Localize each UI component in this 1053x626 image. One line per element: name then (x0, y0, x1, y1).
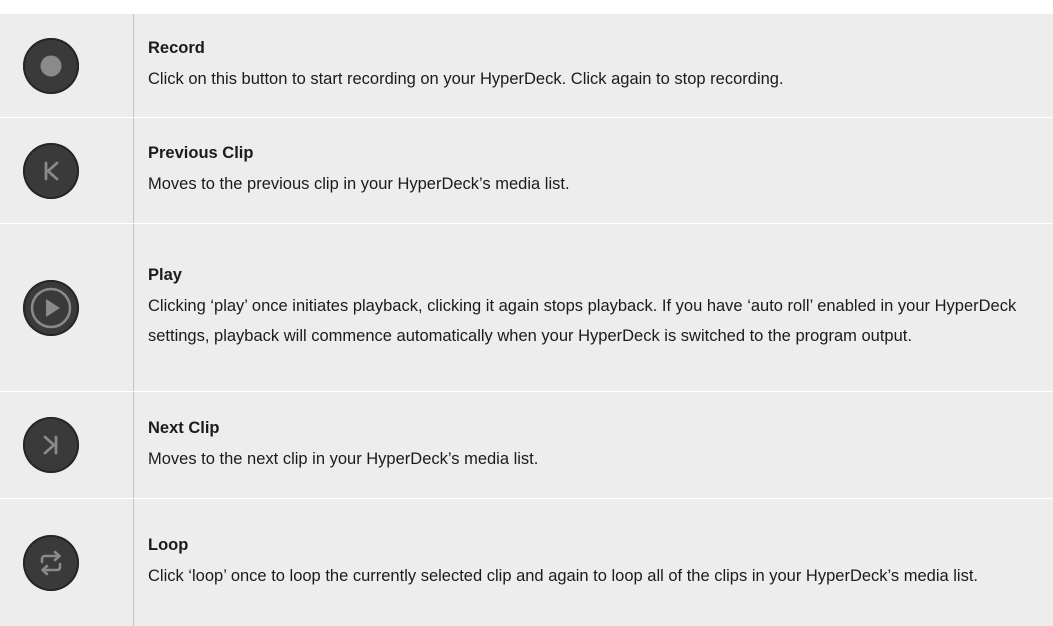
text-cell: Next Clip Moves to the next clip in your… (134, 392, 1053, 498)
icon-cell (0, 392, 134, 498)
row-description: Moves to the next clip in your HyperDeck… (148, 449, 539, 468)
icon-cell (0, 14, 134, 117)
loop-icon (22, 534, 79, 591)
play-icon (22, 279, 79, 336)
table-row-play: Play Clicking ‘play’ once initiates play… (0, 224, 1053, 392)
record-icon (22, 37, 79, 94)
text-cell: Record Click on this button to start rec… (134, 14, 1053, 117)
row-description: Moves to the previous clip in your Hyper… (148, 175, 570, 193)
row-title: Loop (148, 536, 189, 554)
table-row-record: Record Click on this button to start rec… (0, 14, 1053, 118)
row-title: Play (148, 266, 182, 284)
text-cell: Previous Clip Moves to the previous clip… (134, 118, 1053, 223)
table-row-next-clip: Next Clip Moves to the next clip in your… (0, 392, 1053, 499)
text-cell: Play Clicking ‘play’ once initiates play… (134, 224, 1053, 391)
row-description: Click on this button to start recording … (148, 70, 784, 88)
text-cell: Loop Click ‘loop’ once to loop the curre… (134, 499, 1053, 626)
table-row-loop: Loop Click ‘loop’ once to loop the curre… (0, 499, 1053, 626)
row-title: Next Clip (148, 418, 220, 437)
table-row-previous-clip: Previous Clip Moves to the previous clip… (0, 118, 1053, 224)
row-title: Record (148, 39, 205, 57)
icon-cell (0, 118, 134, 223)
next-clip-icon (22, 417, 79, 473)
icon-cell (0, 499, 134, 626)
previous-clip-icon (22, 142, 79, 199)
button-reference-table: Record Click on this button to start rec… (0, 14, 1053, 626)
row-title: Previous Clip (148, 144, 254, 162)
icon-cell (0, 224, 134, 391)
row-description: Clicking ‘play’ once initiates playback,… (148, 297, 1017, 345)
row-description: Click ‘loop’ once to loop the currently … (148, 567, 979, 585)
